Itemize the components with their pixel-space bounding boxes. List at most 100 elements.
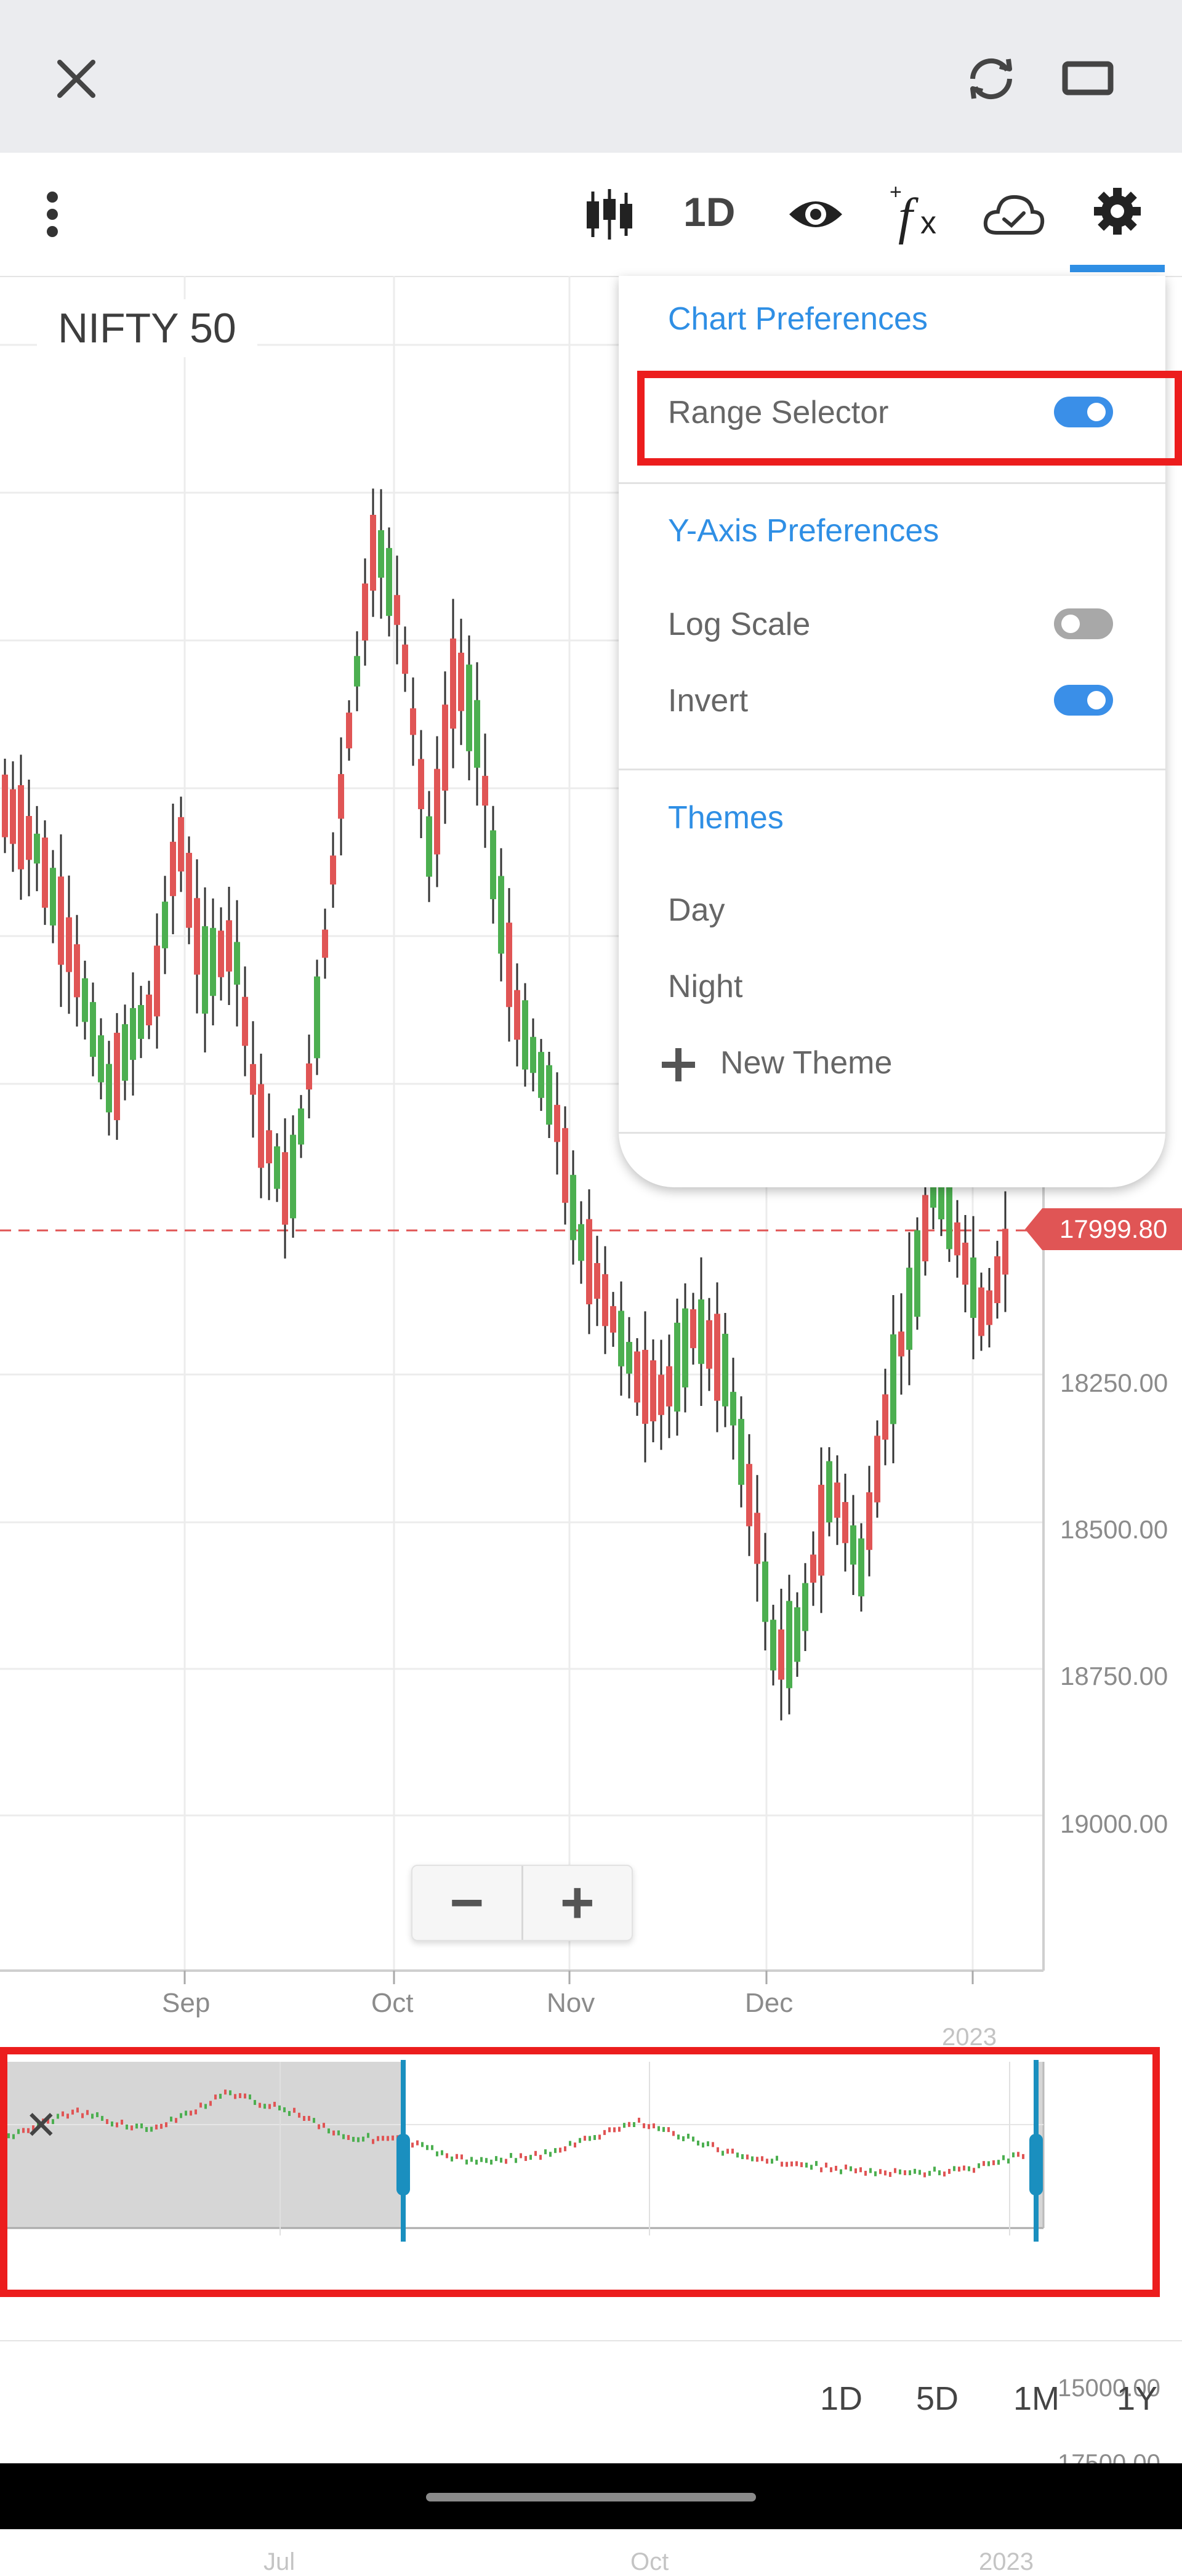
candle-body — [954, 1222, 960, 1256]
x-tick-label: Oct — [371, 1988, 414, 2018]
candle-body — [674, 1322, 680, 1412]
cloud-check-icon[interactable] — [980, 184, 1048, 245]
candle-body — [562, 1128, 568, 1203]
candle-body — [290, 1134, 296, 1219]
candle-body — [754, 1512, 760, 1564]
refresh-icon[interactable] — [960, 52, 1022, 106]
candle-body — [194, 898, 200, 975]
new-theme-button[interactable]: New Theme — [720, 1044, 892, 1081]
close-icon[interactable] — [49, 52, 103, 106]
interval-button[interactable]: 1D — [683, 188, 735, 235]
theme-day[interactable]: Day — [668, 892, 725, 929]
candle-body — [490, 830, 496, 900]
candle-body — [682, 1308, 688, 1387]
log-scale-toggle[interactable] — [1054, 608, 1113, 639]
candle-body — [34, 833, 40, 864]
x-tick-label: Nov — [547, 1988, 595, 2018]
candle-body — [506, 923, 512, 1007]
fullscreen-icon[interactable] — [1060, 57, 1116, 100]
theme-night[interactable]: Night — [668, 968, 742, 1005]
range-selector-highlight — [637, 371, 1182, 466]
candle-body — [258, 1084, 264, 1168]
candle-body — [18, 785, 24, 870]
candle-body — [146, 995, 152, 1025]
themes-title: Themes — [668, 800, 784, 836]
candle-body — [626, 1342, 632, 1374]
candle-body — [242, 996, 248, 1046]
candle-body — [98, 1035, 104, 1083]
period-1m[interactable]: 1M — [1013, 2380, 1059, 2418]
candle-body — [746, 1464, 752, 1527]
period-1y[interactable]: 1Y — [1117, 2380, 1157, 2418]
log-scale-label: Log Scale — [668, 607, 811, 642]
candle-body — [450, 638, 456, 729]
candle-body — [698, 1299, 704, 1364]
candle-body — [858, 1538, 864, 1597]
candle-body — [482, 775, 488, 806]
candle-body — [818, 1485, 824, 1576]
period-1d[interactable]: 1D — [820, 2380, 862, 2418]
candlestick-icon[interactable] — [579, 180, 640, 248]
candle-body — [522, 1000, 528, 1070]
x-tick-label: Sep — [162, 1988, 211, 2018]
candle-body — [666, 1366, 672, 1407]
candle-body — [74, 944, 80, 998]
candle-body — [106, 1064, 112, 1113]
candle-body — [186, 852, 192, 928]
menu-divider — [619, 769, 1165, 770]
candle-body — [274, 1146, 280, 1189]
svg-text:x: x — [920, 205, 936, 241]
period-5d[interactable]: 5D — [916, 2380, 959, 2418]
candle-body — [970, 1257, 976, 1318]
candle-body — [986, 1290, 992, 1325]
candle-body — [426, 816, 432, 877]
candle-body — [402, 644, 408, 674]
candle-body — [594, 1263, 600, 1299]
invert-toggle[interactable] — [1054, 685, 1113, 716]
candle-body — [890, 1334, 896, 1424]
candle-body — [474, 700, 480, 768]
home-gesture-pill[interactable] — [426, 2493, 756, 2501]
plus-icon[interactable] — [659, 1046, 698, 1084]
invert-label: Invert — [668, 683, 749, 719]
zoom-controls: − + — [411, 1865, 633, 1941]
candle-body — [730, 1392, 736, 1426]
top-bar — [0, 0, 1182, 153]
candle-body — [354, 656, 360, 687]
chart-toolbar: 1D + f x — [0, 153, 1182, 277]
candle-body — [706, 1320, 712, 1369]
candle-body — [122, 1024, 128, 1081]
candle-body — [578, 1224, 584, 1261]
candle-body — [394, 595, 400, 625]
candle-body — [618, 1310, 624, 1367]
candle-body — [458, 652, 464, 711]
candle-body — [330, 855, 336, 885]
menu-divider — [619, 482, 1165, 484]
candle-body — [338, 773, 344, 819]
candle-body — [202, 926, 208, 1014]
y-tick-label: 18500.00 — [1060, 1515, 1168, 1544]
candle-body — [602, 1274, 608, 1326]
candle-body — [786, 1601, 792, 1689]
candle-body — [298, 1108, 304, 1145]
candle-body — [58, 876, 64, 965]
svg-text:f: f — [898, 188, 919, 245]
zoom-out-button[interactable]: − — [412, 1866, 523, 1940]
candle-body — [770, 1620, 776, 1671]
candle-body — [210, 927, 216, 996]
candle-body — [738, 1419, 744, 1485]
candle-body — [386, 547, 392, 616]
candle-body — [418, 759, 424, 809]
navigator-highlight — [0, 2047, 1160, 2297]
gear-icon[interactable] — [1068, 177, 1167, 245]
candle-body — [866, 1492, 872, 1550]
candle-body — [570, 1174, 576, 1240]
candle-body — [178, 817, 184, 872]
zoom-in-button[interactable]: + — [523, 1866, 632, 1940]
candle-body — [362, 583, 368, 641]
candle-body — [234, 942, 240, 985]
eye-icon[interactable] — [785, 187, 846, 242]
fx-icon[interactable]: + f x — [882, 177, 949, 251]
settings-active-indicator — [1070, 265, 1165, 272]
more-vertical-icon[interactable] — [37, 177, 68, 251]
